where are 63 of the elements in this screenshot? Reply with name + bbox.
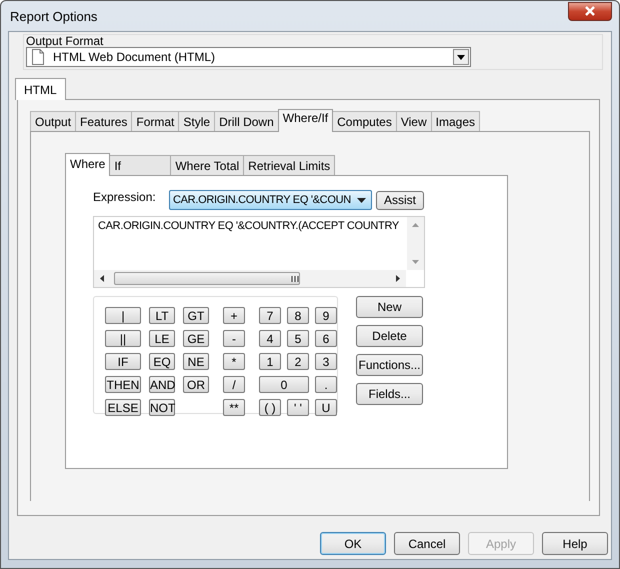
key-button[interactable]: /: [223, 376, 245, 393]
key-button[interactable]: IF: [105, 353, 141, 370]
group-label: Output Format: [26, 35, 104, 47]
key-button[interactable]: 9: [315, 307, 337, 324]
key-button[interactable]: 4: [259, 330, 281, 347]
format-dropdown[interactable]: HTML Web Document (HTML): [26, 47, 471, 67]
tab[interactable]: Output: [30, 111, 76, 131]
expression-dropdown[interactable]: CAR.ORIGIN.COUNTRY EQ '&COUN: [169, 190, 372, 210]
field-label: Expression:: [93, 190, 157, 204]
action-button[interactable]: Delete: [356, 325, 423, 347]
key-button[interactable]: 1: [259, 353, 281, 370]
key-button[interactable]: EQ: [149, 353, 175, 370]
action-button[interactable]: New: [356, 296, 423, 318]
expression-editor[interactable]: CAR.ORIGIN.COUNTRY EQ '&COUNTRY.(ACCEPT COUNTRY: [93, 216, 425, 288]
key-button[interactable]: 2: [287, 353, 309, 370]
tab[interactable]: Features: [75, 111, 132, 131]
tab[interactable]: View: [396, 111, 432, 131]
key-button[interactable]: ( ): [259, 399, 281, 416]
tab[interactable]: Retrieval Limits: [243, 155, 336, 175]
key-button[interactable]: GE: [183, 330, 209, 347]
tab[interactable]: Drill Down: [214, 111, 279, 131]
action-button[interactable]: Functions...: [356, 354, 423, 376]
key-button[interactable]: ||: [105, 330, 141, 347]
tab[interactable]: Format: [131, 111, 180, 131]
tab[interactable]: HTML: [15, 78, 66, 100]
key-button[interactable]: U: [315, 399, 337, 416]
key-button[interactable]: *: [223, 353, 245, 370]
key-button[interactable]: NOT: [149, 399, 175, 416]
key-button[interactable]: 0: [259, 376, 309, 393]
key-button[interactable]: LT: [149, 307, 175, 324]
tab[interactable]: Images: [430, 111, 480, 131]
key-button[interactable]: ' ': [287, 399, 309, 416]
key-button[interactable]: -: [223, 330, 245, 347]
key-button[interactable]: 6: [315, 330, 337, 347]
tab[interactable]: Style: [178, 111, 216, 131]
key-button[interactable]: 5: [287, 330, 309, 347]
dialog-button[interactable]: Cancel: [394, 532, 460, 555]
action-button[interactable]: Fields...: [356, 383, 423, 405]
tab[interactable]: Computes: [332, 111, 397, 131]
dialog-button[interactable]: OK: [320, 532, 386, 555]
key-button[interactable]: AND: [149, 376, 175, 393]
key-button[interactable]: |: [105, 307, 141, 324]
window-title: Report Options: [9, 8, 98, 24]
tab[interactable]: Where/If: [278, 109, 334, 132]
key-button[interactable]: 8: [287, 307, 309, 324]
tab[interactable]: Where Total: [170, 155, 244, 175]
key-button[interactable]: OR: [183, 376, 209, 393]
key-button[interactable]: +: [223, 307, 245, 324]
key-button[interactable]: 3: [315, 353, 337, 370]
editor-text: CAR.ORIGIN.COUNTRY EQ '&COUNTRY.(ACCEPT COUNTRY: [97, 219, 399, 232]
key-button[interactable]: LE: [149, 330, 175, 347]
key-button[interactable]: ELSE: [105, 399, 141, 416]
dialog-button: Apply: [468, 532, 534, 555]
assist-button[interactable]: Assist: [376, 190, 424, 210]
tab[interactable]: If: [109, 155, 172, 175]
key-button[interactable]: GT: [183, 307, 209, 324]
key-button[interactable]: **: [223, 399, 245, 416]
key-button[interactable]: NE: [183, 353, 209, 370]
key-button[interactable]: 7: [259, 307, 281, 324]
key-button[interactable]: THEN: [105, 376, 141, 393]
tab[interactable]: Where: [65, 153, 110, 176]
key-button[interactable]: .: [315, 376, 337, 393]
dialog-button[interactable]: Help: [542, 532, 608, 555]
